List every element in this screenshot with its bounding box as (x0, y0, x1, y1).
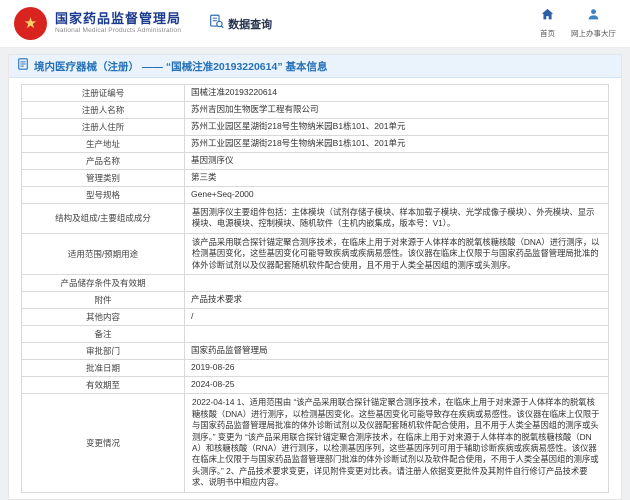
row-value: 产品技术要求 (184, 291, 609, 310)
clipboard-icon (17, 57, 29, 75)
row-label: 其他内容 (21, 308, 185, 327)
table-row: 备注 (21, 325, 609, 344)
row-label: 注册证编号 (21, 84, 185, 102)
site-header: ★ 国家药品监督管理局 National Medical Products Ad… (0, 0, 630, 48)
row-value: 基因测序仪 (184, 152, 609, 170)
emblem-star-icon: ★ (23, 15, 38, 32)
data-query-label: 数据查询 (228, 18, 273, 31)
registration-info-table: 注册证编号 国械注准20193220614 注册人名称 苏州吉因加生物医学工程有… (21, 84, 609, 493)
table-row: 审批部门 国家药品监督管理局 (21, 342, 609, 361)
row-value: 2019-08-26 (184, 359, 609, 378)
table-row: 结构及组成/主要组成成分 基因测序仪主要组件包括：主体模块（试剂存储子模块、样本… (21, 203, 609, 234)
row-label: 管理类别 (21, 169, 185, 187)
row-value: 2024-08-25 (184, 376, 609, 395)
table-row: 管理类别 第三类 (21, 169, 609, 187)
row-label: 型号规格 (21, 186, 185, 204)
table-row: 注册证编号 国械注准20193220614 (21, 84, 609, 102)
row-value: 国械注准20193220614 (184, 84, 609, 102)
nav-home[interactable]: 首页 (540, 8, 555, 39)
table-row: 有效期至 2024-08-25 (21, 376, 609, 395)
row-value: 苏州吉因加生物医学工程有限公司 (184, 101, 609, 119)
row-value: 该产品采用联合探针锚定聚合测序技术，在临床上用于对来源于人体样本的脱氧核糖核酸（… (184, 232, 609, 276)
row-label: 产品名称 (21, 152, 185, 170)
row-label: 有效期至 (21, 376, 185, 395)
table-row: 批准日期 2019-08-26 (21, 359, 609, 378)
row-value: Gene+Seq-2000 (184, 186, 609, 204)
row-label: 适用范围/预期用途 (21, 232, 185, 276)
row-value: 苏州工业园区星湖街218号生物纳米园B1栋101、201单元 (184, 118, 609, 136)
nav-home-label: 首页 (540, 29, 555, 38)
row-value: 苏州工业园区星湖街218号生物纳米园B1栋101、201单元 (184, 135, 609, 153)
table-row: 生产地址 苏州工业园区星湖街218号生物纳米园B1栋101、201单元 (21, 135, 609, 153)
row-label: 结构及组成/主要组成成分 (21, 203, 185, 234)
table-row: 产品储存条件及有效期 (21, 274, 609, 293)
org-name-cn: 国家药品监督管理局 (55, 11, 182, 27)
row-label: 批准日期 (21, 359, 185, 378)
content-panel: 境内医疗器械（注册） —— “国械注准20193220614” 基本信息 注册证… (8, 54, 622, 500)
page-title: 境内医疗器械（注册） —— “国械注准20193220614” 基本信息 (34, 60, 328, 73)
org-name-en: National Medical Products Administration (55, 27, 182, 35)
row-label: 注册人名称 (21, 101, 185, 119)
row-value (184, 325, 609, 344)
row-label: 备注 (21, 325, 185, 344)
table-row: 注册人名称 苏州吉因加生物医学工程有限公司 (21, 101, 609, 119)
nav-hall-label: 网上办事大厅 (571, 29, 616, 38)
row-value: 2022-04-14 1、适用范围由 “该产品采用联合探针锚定聚合测序技术，在临… (184, 393, 609, 493)
table-row: 注册人住所 苏州工业园区星湖街218号生物纳米园B1栋101、201单元 (21, 118, 609, 136)
table-row: 变更情况 2022-04-14 1、适用范围由 “该产品采用联合探针锚定聚合测序… (21, 393, 609, 493)
row-label: 注册人住所 (21, 118, 185, 136)
row-label: 产品储存条件及有效期 (21, 274, 185, 293)
home-icon (541, 8, 554, 26)
nmpa-logo-icon: ★ (14, 7, 47, 40)
document-search-icon (209, 14, 224, 34)
brand-text: 国家药品监督管理局 National Medical Products Admi… (55, 11, 181, 35)
row-label: 变更情况 (21, 393, 185, 493)
data-query-link[interactable]: 数据查询 (209, 14, 272, 34)
row-label: 附件 (21, 291, 185, 310)
row-value: / (184, 308, 609, 327)
row-value: 第三类 (184, 169, 609, 187)
page-title-bar: 境内医疗器械（注册） —— “国械注准20193220614” 基本信息 (9, 55, 621, 78)
table-row: 附件 产品技术要求 (21, 291, 609, 310)
table-row: 产品名称 基因测序仪 (21, 152, 609, 170)
row-label: 审批部门 (21, 342, 185, 361)
brand: ★ 国家药品监督管理局 National Medical Products Ad… (14, 7, 181, 40)
user-icon (587, 8, 600, 26)
row-value (184, 274, 609, 293)
row-label: 生产地址 (21, 135, 185, 153)
page: ★ 国家药品监督管理局 National Medical Products Ad… (0, 0, 630, 500)
table-row: 适用范围/预期用途 该产品采用联合探针锚定聚合测序技术，在临床上用于对来源于人体… (21, 232, 609, 276)
row-value: 基因测序仪主要组件包括：主体模块（试剂存储子模块、样本加载子模块、光学成像子模块… (184, 203, 609, 234)
table-row: 型号规格 Gene+Seq-2000 (21, 186, 609, 204)
row-value: 国家药品监督管理局 (184, 342, 609, 361)
table-row: 其他内容 / (21, 308, 609, 327)
top-nav: 首页 网上办事大厅 (540, 8, 616, 39)
nav-online-hall[interactable]: 网上办事大厅 (571, 8, 616, 39)
